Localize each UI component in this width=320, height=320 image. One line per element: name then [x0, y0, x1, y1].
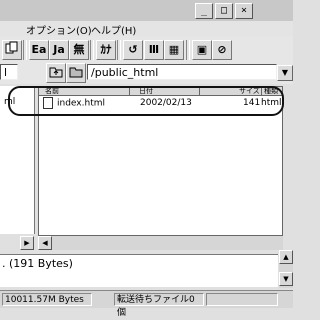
log-vertical-scrollbar[interactable]: ▲ ▼ — [279, 250, 293, 288]
toolbar: Ea Ja 無 ｶﾅ ↺ Ⅲ ▦ ▣ ⊘ — [0, 36, 293, 62]
status-empty-cell — [206, 293, 278, 306]
copy-icon[interactable] — [2, 40, 22, 60]
close-button[interactable]: × — [235, 3, 253, 19]
minimize-button[interactable]: _ — [195, 3, 213, 19]
folder-icon[interactable] — [66, 63, 86, 83]
chevron-down-icon[interactable]: ▼ — [277, 65, 293, 81]
path-row: l /public_html ▼ — [0, 62, 293, 84]
menu-help[interactable]: ヘルプ(H) — [91, 22, 136, 37]
stop-icon[interactable]: ⊘ — [212, 40, 232, 60]
queue-icon[interactable]: ▣ — [192, 40, 212, 60]
scroll-left-icon[interactable]: ◀ — [38, 236, 52, 250]
japanese-mode-button[interactable]: Ja — [49, 40, 69, 60]
toolbar-separator — [117, 40, 121, 60]
horizontal-scrollbar[interactable]: ◀ ▶ — [20, 236, 283, 250]
list-view-icon[interactable]: Ⅲ — [144, 40, 164, 60]
local-path-field[interactable]: l — [0, 64, 18, 80]
remote-path-field[interactable]: /public_html — [87, 64, 277, 80]
scroll-down-icon[interactable]: ▼ — [279, 272, 293, 286]
status-transfer-queue: 転送待ちファイル0個 — [114, 293, 204, 318]
toolbar-separator — [90, 40, 94, 60]
maximize-button[interactable]: □ — [215, 3, 233, 19]
scroll-right-icon[interactable]: ▶ — [20, 236, 34, 250]
log-pane: . (191 Bytes) — [0, 254, 278, 287]
no-convert-button[interactable]: 無 — [69, 40, 89, 60]
detail-view-icon[interactable]: ▦ — [164, 40, 184, 60]
toolbar-separator — [186, 40, 190, 60]
log-line: . (191 Bytes) — [2, 257, 73, 270]
english-mode-button[interactable]: Ea — [29, 40, 49, 60]
scroll-up-icon[interactable]: ▲ — [279, 250, 293, 264]
highlight-oval — [8, 86, 284, 116]
window-controls: _ □ × — [195, 3, 253, 19]
status-disk-space: 10011.57M Bytes — [2, 293, 92, 306]
folder-up-icon[interactable] — [46, 63, 66, 83]
menu-bar: オプション(O) ヘルプ(H) — [0, 21, 293, 37]
kana-button[interactable]: ｶﾅ — [96, 40, 116, 60]
title-bar: _ □ × — [0, 0, 293, 21]
refresh-icon[interactable]: ↺ — [123, 40, 143, 60]
status-bar: 10011.57M Bytes 転送待ちファイル0個 — [0, 290, 293, 318]
menu-options[interactable]: オプション(O) — [26, 22, 92, 37]
toolbar-separator — [23, 40, 27, 60]
